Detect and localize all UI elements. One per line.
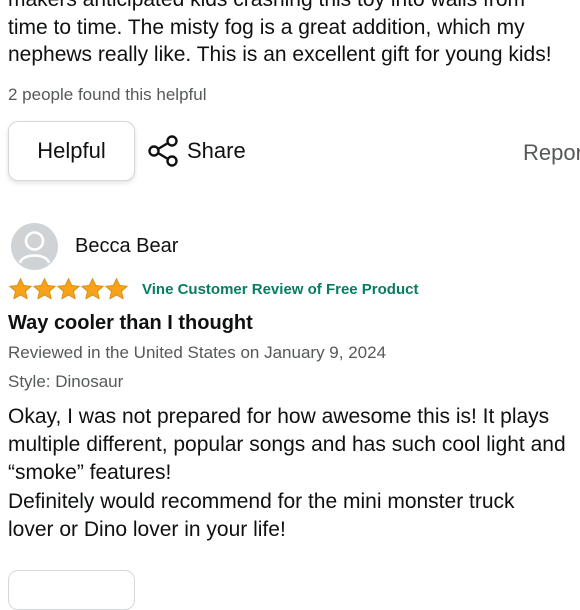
star-icon [8,277,33,300]
previous-review-text-line: makers anticipated kids crashing this to… [8,0,525,14]
user-avatar-icon [11,223,58,270]
review-date: Reviewed in the United States on January… [8,343,387,362]
reviewer-name[interactable]: Becca Bear [75,235,178,258]
star-icon [80,277,105,300]
previous-review-text-line: nephews really like. This is an excellen… [8,43,552,66]
helpful-button-partial[interactable] [8,570,135,610]
report-link[interactable]: Report [523,140,580,166]
star-rating [8,277,129,302]
review-title[interactable]: Way cooler than I thought [8,312,253,335]
star-icon [32,277,57,300]
vine-badge: Vine Customer Review of Free Product [142,281,419,298]
star-icon [104,277,129,300]
review-body-line: “smoke” features! [8,461,172,484]
share-button[interactable]: Share [147,131,246,171]
review-body-line: lover or Dino lover in your life! [8,518,286,541]
review-body-line: multiple different, popular songs and ha… [8,433,566,456]
helpful-button[interactable]: Helpful [8,121,135,181]
star-icon [56,277,81,300]
share-label: Share [187,138,246,163]
helpful-count-text: 2 people found this helpful [8,85,207,104]
product-style[interactable]: Style: Dinosaur [8,372,123,392]
share-icon [148,135,178,167]
review-body-line: Definitely would recommend for the mini … [8,490,515,513]
review-body-line: Okay, I was not prepared for how awesome… [8,405,550,428]
previous-review-text-line: time to time. The misty fog is a great a… [8,16,525,39]
